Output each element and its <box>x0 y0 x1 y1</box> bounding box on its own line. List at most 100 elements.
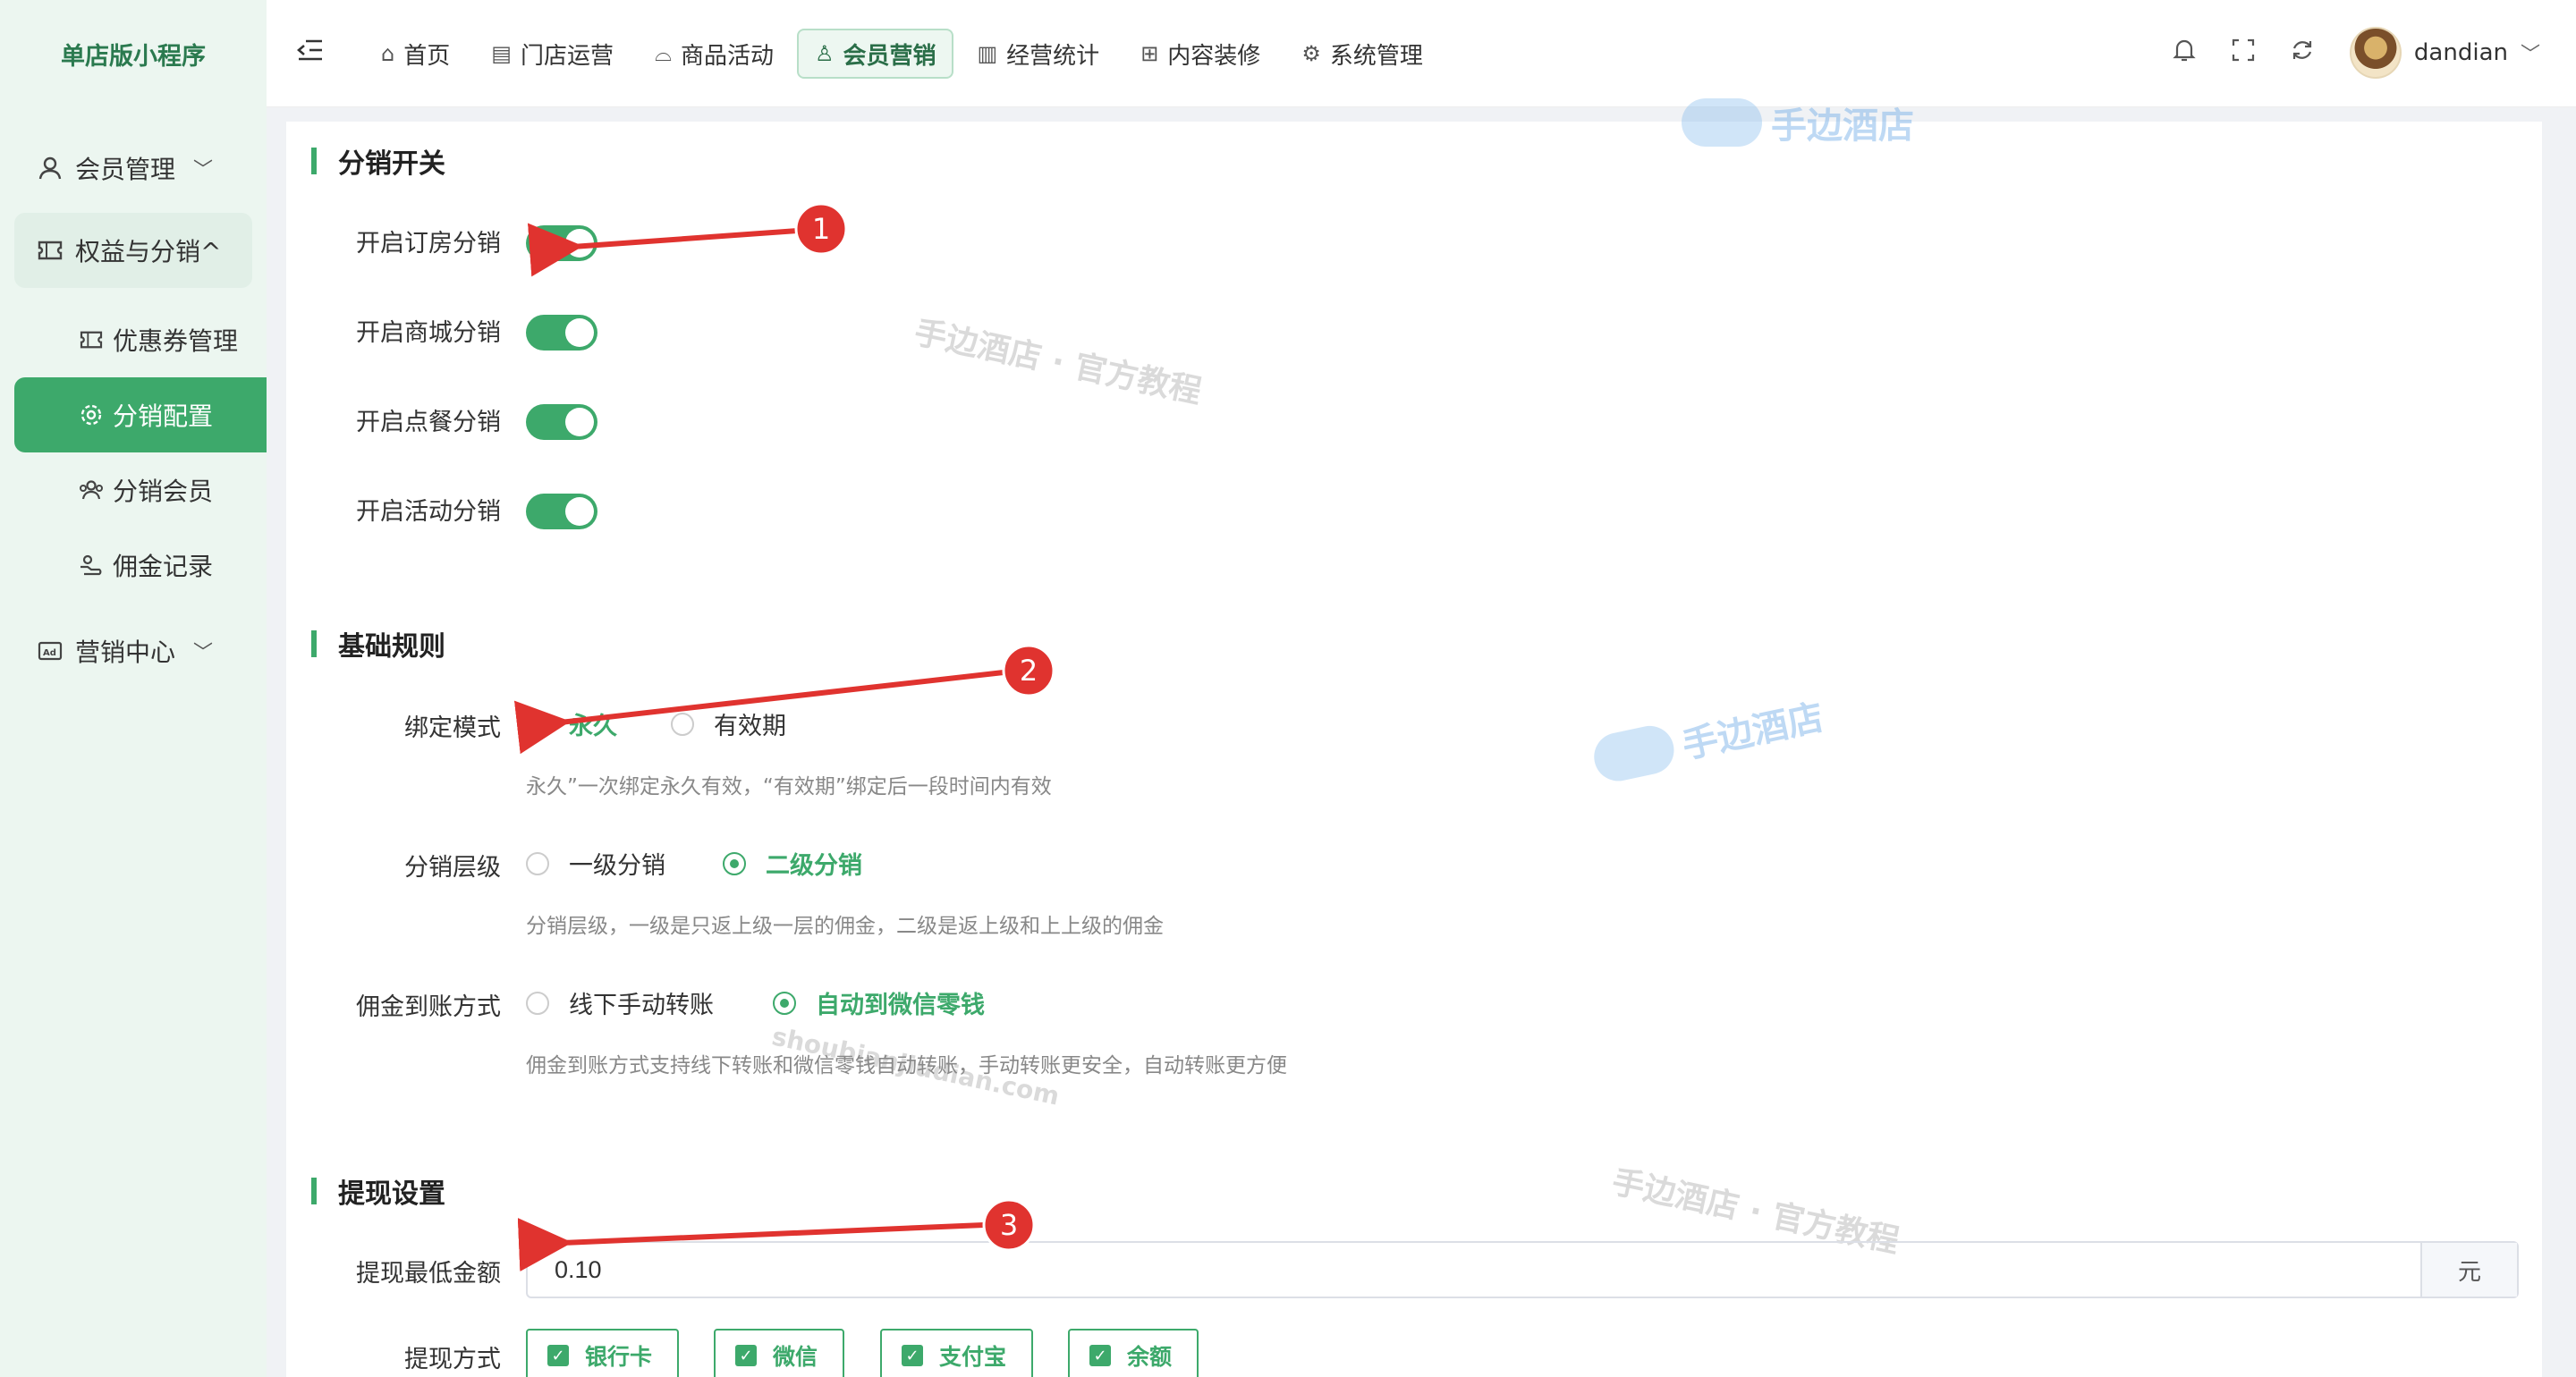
fullscreen-icon[interactable] <box>2232 38 2255 68</box>
sidebar-item-label: 分销会员 <box>113 477 214 506</box>
nav-label: 门店运营 <box>520 42 614 70</box>
app-logo: 单店版小程序 <box>61 42 206 71</box>
nav-business-stats[interactable]: ▥ 经营统计 <box>959 29 1117 79</box>
sidebar-item-label: 佣金记录 <box>113 552 214 581</box>
checkbox-icon: ✓ <box>547 1345 569 1366</box>
nav-store-operations[interactable]: ▤ 门店运营 <box>473 29 631 79</box>
booking-distribution-switch[interactable] <box>526 225 597 261</box>
activity-distribution-switch[interactable] <box>526 494 597 529</box>
currency-suffix: 元 <box>2420 1243 2517 1297</box>
min-amount-field: 元 <box>526 1241 2519 1298</box>
min-amount-input[interactable] <box>528 1243 2420 1297</box>
sidebar-item-member-management[interactable]: 会员管理 ﹀ <box>14 131 252 206</box>
cloud-icon <box>1682 98 1762 147</box>
avatar <box>2349 27 2402 79</box>
username: dandian <box>2413 39 2508 66</box>
level-label: 分销层级 <box>404 854 501 882</box>
home-icon: ⌂ <box>381 41 395 66</box>
payout-wechat-radio[interactable]: 自动到微信零钱 <box>773 985 985 1020</box>
sidebar-item-commission-records[interactable]: 佣金记录 <box>14 528 252 603</box>
main-content: 手边酒店 手边酒店 · 官方教程 手边酒店 shoubianjiudian.co… <box>286 98 2542 1377</box>
level-hint: 分销层级，一级是只返上级一层的佣金，二级是返上级和上上级的佣金 <box>526 915 1164 938</box>
cloud-icon <box>1589 721 1679 786</box>
watermark-text: 手边酒店 <box>1678 697 1827 767</box>
withdraw-method-balance[interactable]: ✓ 余额 <box>1068 1329 1199 1377</box>
watermark-tutorial: 手边酒店 · 官方教程 <box>911 314 1205 411</box>
checkbox-icon: ✓ <box>735 1345 757 1366</box>
refresh-icon[interactable] <box>2291 38 2314 68</box>
checkbox-label: 支付宝 <box>939 1344 1007 1370</box>
nav-label: 内容装修 <box>1167 42 1261 70</box>
radio-label: 二级分销 <box>766 852 862 880</box>
radio-label: 永久 <box>569 713 617 740</box>
radio-dot <box>526 991 549 1015</box>
chevron-down-icon: ﹀ <box>192 159 213 182</box>
sidebar-item-marketing-center[interactable]: Ad 营销中心 ﹀ <box>14 613 252 688</box>
dining-distribution-switch[interactable] <box>526 404 597 440</box>
nav-content-decoration[interactable]: ⊞ 内容装修 <box>1123 29 1278 79</box>
nav-label: 系统管理 <box>1329 42 1423 70</box>
radio-label: 有效期 <box>714 713 786 740</box>
header-actions: dandian ﹀ <box>2173 27 2540 79</box>
sidebar: 单店版小程序 会员管理 ﹀ 权益与分销^ 优惠券管理 分销配置 分销会员 佣金记… <box>0 0 267 1377</box>
nav-member-marketing[interactable]: ♙ 会员营销 <box>796 29 954 79</box>
radio-dot <box>526 712 549 736</box>
section-title-withdraw: 提现设置 <box>311 1171 445 1211</box>
ad-icon: Ad <box>34 640 66 662</box>
chevron-down-icon: ﹀ <box>192 642 213 664</box>
checkbox-icon: ✓ <box>1089 1345 1111 1366</box>
bind-mode-permanent-radio[interactable]: 永久 <box>526 706 617 741</box>
radio-label: 线下手动转账 <box>569 992 714 1019</box>
store-icon: ▤ <box>491 41 512 66</box>
checkbox-label: 银行卡 <box>585 1344 653 1370</box>
nav-home[interactable]: ⌂ 首页 <box>363 29 468 79</box>
watermark-logo: 手边酒店 <box>1682 97 1914 148</box>
sidebar-item-label: 营销中心 <box>75 638 176 667</box>
switch-label-activity: 开启活动分销 <box>356 498 501 526</box>
payout-label: 佣金到账方式 <box>356 993 501 1021</box>
sidebar-item-benefits-distribution[interactable]: 权益与分销^ <box>14 213 252 288</box>
layout-icon: ⊞ <box>1140 41 1159 66</box>
shop-icon: ⌓ <box>654 41 672 66</box>
nav-label: 经营统计 <box>1006 42 1100 70</box>
payout-offline-radio[interactable]: 线下手动转账 <box>526 985 714 1020</box>
sidebar-item-label: 会员管理 <box>75 155 176 184</box>
sidebar-item-label: 分销配置 <box>113 401 214 431</box>
payout-hint: 佣金到账方式支持线下转账和微信零钱自动转账，手动转账更安全，自动转账更方便 <box>526 1054 1287 1077</box>
bell-icon[interactable] <box>2173 38 2196 69</box>
radio-label: 一级分销 <box>569 852 665 880</box>
coupon-icon <box>75 330 107 350</box>
checkbox-icon: ✓ <box>902 1345 923 1366</box>
mall-distribution-switch[interactable] <box>526 315 597 351</box>
withdraw-method-label: 提现方式 <box>404 1346 501 1373</box>
level-two-radio[interactable]: 二级分销 <box>723 846 862 881</box>
bind-mode-validity-radio[interactable]: 有效期 <box>671 706 786 741</box>
switch-label-dining: 开启点餐分销 <box>356 409 501 436</box>
sidebar-item-label: 优惠券管理 <box>113 326 239 356</box>
bind-mode-hint: 永久”一次绑定永久有效，“有效期”绑定后一段时间内有效 <box>526 775 1052 798</box>
withdraw-method-alipay[interactable]: ✓ 支付宝 <box>880 1329 1034 1377</box>
wallet-icon <box>75 554 107 576</box>
watermark-logo: 手边酒店 <box>1589 688 1827 788</box>
withdraw-method-wechat[interactable]: ✓ 微信 <box>714 1329 845 1377</box>
watermark-text: 手边酒店 <box>1771 106 1914 147</box>
bind-mode-label: 绑定模式 <box>404 714 501 742</box>
section-title-rules: 基础规则 <box>311 624 445 663</box>
radio-label: 自动到微信零钱 <box>816 992 985 1019</box>
chart-icon: ▥ <box>977 41 998 66</box>
sidebar-item-coupon-management[interactable]: 优惠券管理 <box>14 302 252 377</box>
nav-system-management[interactable]: ⚙ 系统管理 <box>1284 29 1441 79</box>
svg-text:Ad: Ad <box>43 648 56 658</box>
section-title-switches: 分销开关 <box>311 141 445 181</box>
collapse-menu-icon[interactable] <box>296 34 324 70</box>
top-header: ⌂ 首页 ▤ 门店运营 ⌓ 商品活动 ♙ 会员营销 ▥ 经营统计 ⊞ 内容装修 ⚙ 系统管理 … <box>267 0 2576 107</box>
radio-dot <box>773 991 796 1015</box>
user-menu[interactable]: dandian ﹀ <box>2349 27 2540 79</box>
radio-dot <box>723 851 746 875</box>
sidebar-item-distribution-config[interactable]: 分销配置 <box>14 377 267 452</box>
withdraw-method-bank-card[interactable]: ✓ 银行卡 <box>526 1329 680 1377</box>
settings-icon: ⚙ <box>1301 41 1321 66</box>
nav-product-activity[interactable]: ⌓ 商品活动 <box>637 29 792 79</box>
level-one-radio[interactable]: 一级分销 <box>526 846 665 881</box>
sidebar-item-distribution-members[interactable]: 分销会员 <box>14 452 252 528</box>
